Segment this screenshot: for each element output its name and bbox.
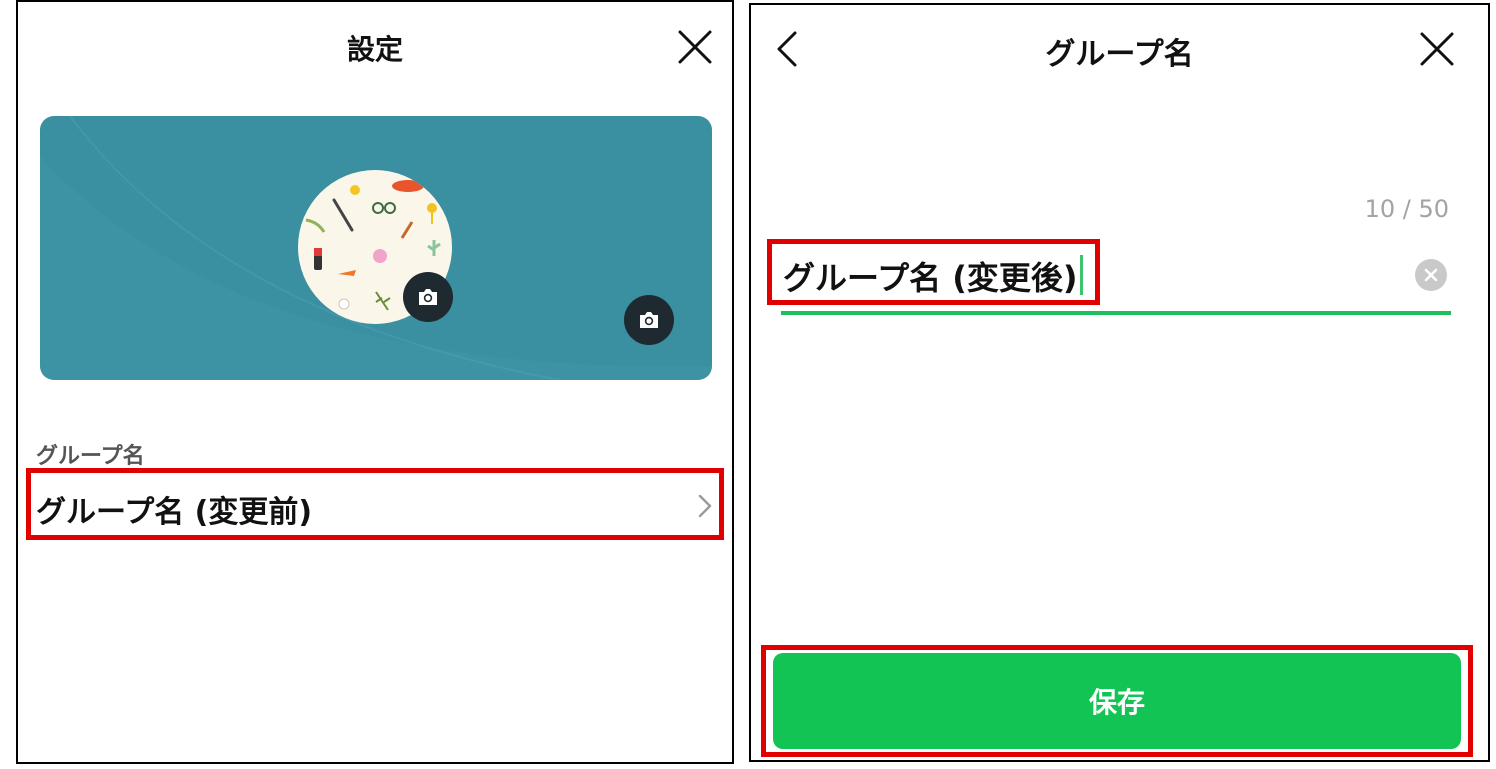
group-name-input[interactable]: グループ名 (変更後) (783, 253, 1077, 299)
clear-input-icon (1424, 268, 1438, 282)
camera-icon (640, 312, 658, 328)
group-name-edit-panel: グループ名 10 / 50 グループ名 (変更後) 保存 (749, 3, 1490, 762)
group-name-value: グループ名 (変更前) (36, 495, 313, 530)
character-counter: 10 / 50 (1364, 195, 1449, 223)
group-name-row[interactable]: グループ名 (変更前) (26, 468, 724, 540)
cover-camera-button[interactable] (624, 295, 674, 345)
clear-input-button[interactable] (1415, 259, 1447, 291)
chevron-right-icon (698, 494, 712, 518)
group-name-section-label: グループ名 (36, 444, 145, 469)
settings-panel: 設定 グループ名 グループ名 (変更前) (16, 0, 734, 764)
camera-icon (419, 289, 437, 305)
page-title: グループ名 (1045, 37, 1194, 72)
save-button[interactable]: 保存 (773, 653, 1461, 749)
avatar-camera-button[interactable] (403, 272, 453, 322)
input-underline (781, 311, 1451, 315)
close-icon[interactable] (677, 29, 713, 65)
group-cover-image[interactable] (40, 116, 712, 380)
close-icon[interactable] (1419, 31, 1455, 67)
page-title: 設定 (346, 33, 403, 66)
text-caret (1080, 255, 1083, 295)
